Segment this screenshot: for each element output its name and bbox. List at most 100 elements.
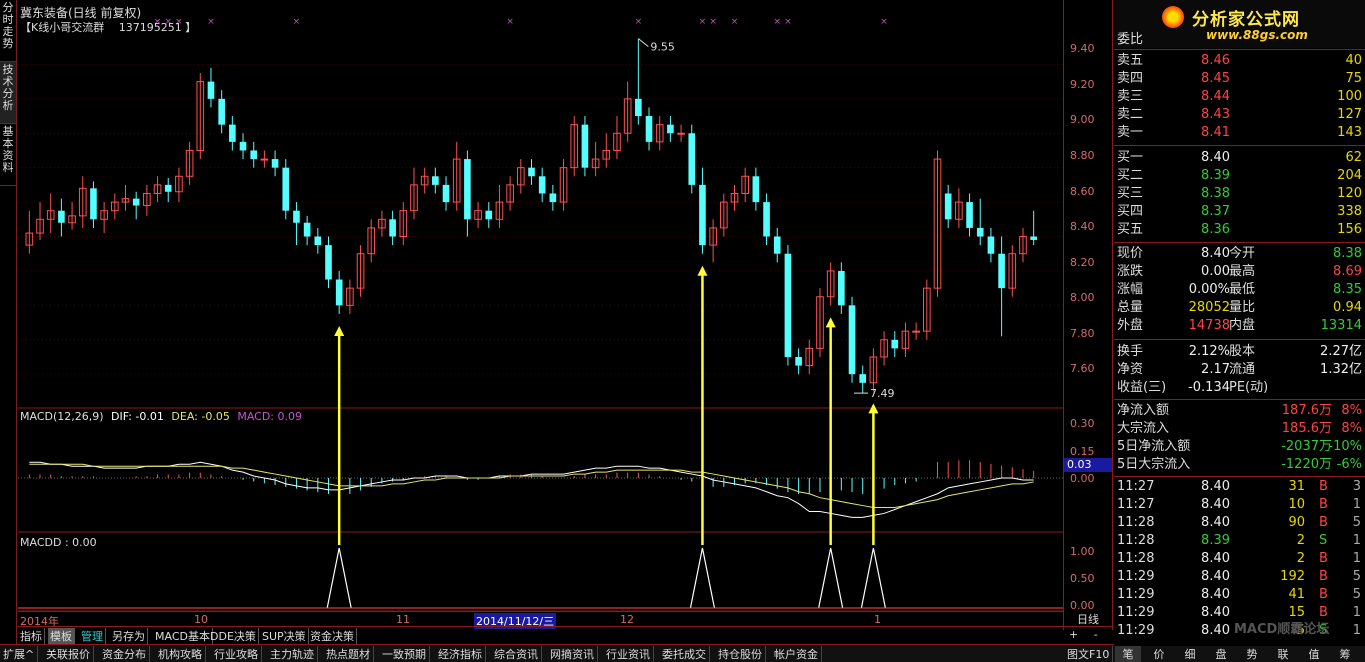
ask-row[interactable]: 卖四 8.45 75 <box>1114 70 1365 88</box>
candle-body <box>239 141 247 151</box>
toolbar-item[interactable]: 网摘资讯 <box>547 646 598 662</box>
toolbar-item[interactable]: 经济指标 <box>435 646 486 662</box>
macd-tick: 0.00 <box>1070 472 1095 485</box>
bid-label: 买四 <box>1117 204 1144 219</box>
toolbar-item[interactable]: 主力轨迹 <box>267 646 318 662</box>
stat-value: 2.12% <box>1188 344 1230 359</box>
f10-button[interactable]: 图文F10 <box>1064 646 1114 662</box>
candle-body <box>549 193 557 203</box>
high-label: 9.55 <box>650 41 675 54</box>
fund-decision-button[interactable]: 资金决策 <box>308 628 357 644</box>
right-tab[interactable]: 盘 <box>1208 646 1234 662</box>
bid-row[interactable]: 买三 8.38 120 <box>1114 185 1365 203</box>
toolbar-item[interactable]: 扩展^ <box>0 646 39 662</box>
stat-value: 8.35 <box>1333 282 1362 297</box>
tick-row: 11:28 8.40 90 B 5 <box>1114 514 1365 532</box>
right-tab[interactable]: 细 <box>1177 646 1203 662</box>
right-tab[interactable]: 筹 <box>1332 646 1358 662</box>
toolbar-item[interactable]: 委托成交 <box>659 646 710 662</box>
bid-label: 买三 <box>1117 186 1144 201</box>
stat-value: 8.40 <box>1201 246 1230 261</box>
tick-time: 11:29 <box>1117 623 1155 638</box>
signal-arrow-head <box>334 325 345 336</box>
bid-row[interactable]: 买二 8.39 204 <box>1114 167 1365 185</box>
right-tab[interactable]: 价 <box>1146 646 1172 662</box>
stat-value: 8.38 <box>1333 246 1362 261</box>
marker-x: × <box>635 17 643 27</box>
date-label: 1 <box>874 613 881 626</box>
candle-body <box>891 339 899 349</box>
toolbar-item[interactable]: 一致预期 <box>379 646 430 662</box>
manage-button[interactable]: 管理 <box>79 628 106 644</box>
tab-intraday[interactable]: 分时走势 <box>0 0 16 62</box>
flow-pct: 8% <box>1341 403 1362 418</box>
tick-count: 5 <box>1352 587 1361 602</box>
dde-button[interactable]: DDE决策 <box>208 628 259 644</box>
ask-row[interactable]: 卖一 8.41 143 <box>1114 124 1365 142</box>
toolbar-item[interactable]: 帐户资金 <box>771 646 822 662</box>
tick-side: B <box>1319 479 1328 494</box>
toolbar-item[interactable]: 行业攻略 <box>211 646 262 662</box>
candle-body <box>260 158 269 161</box>
bid-row[interactable]: 买一 8.40 62 <box>1114 149 1365 167</box>
kline-chart-area[interactable]: × × × × × × × × × × × × ×9.557.49 <box>18 0 1063 630</box>
candle-body <box>335 279 343 306</box>
tick-volume: 2 <box>1296 551 1305 566</box>
tick-side: B <box>1319 497 1328 512</box>
sup-button[interactable]: SUP决策 <box>260 628 309 644</box>
candle-body <box>218 98 225 125</box>
signal-arrow-head <box>825 317 836 328</box>
candle-body <box>293 210 300 223</box>
macd-value: MACD: 0.09 <box>237 410 302 423</box>
toolbar-item[interactable]: 资金分布 <box>99 646 150 662</box>
toolbar-item[interactable]: 持仓股份 <box>715 646 766 662</box>
toolbar-item[interactable]: 热点题材 <box>323 646 374 662</box>
tick-count: 3 <box>1352 479 1361 494</box>
ask-row[interactable]: 卖三 8.44 100 <box>1114 88 1365 106</box>
stat-label: 换手 <box>1117 344 1144 359</box>
right-tab[interactable]: 势 <box>1239 646 1265 662</box>
right-tab[interactable]: 联 <box>1270 646 1296 662</box>
stat-label: 总量 <box>1117 300 1144 315</box>
template-button[interactable]: 模板 <box>48 628 75 644</box>
price-tick: 8.20 <box>1070 256 1095 269</box>
right-tab[interactable]: 值 <box>1301 646 1327 662</box>
ask-volume: 127 <box>1337 107 1362 122</box>
candle-body <box>773 236 781 254</box>
toolbar-item[interactable]: 机构攻略 <box>155 646 206 662</box>
candle-body <box>976 227 984 237</box>
candle-body <box>763 202 770 237</box>
right-tab[interactable]: 笔 <box>1115 646 1141 662</box>
save-as-button[interactable]: 另存为 <box>110 628 148 644</box>
flow-row: 净流入额 187.6万 8% <box>1114 402 1365 420</box>
stat-value: 13314 <box>1320 318 1362 333</box>
flow-pct: -6% <box>1336 457 1362 472</box>
tick-time: 11:28 <box>1117 533 1155 548</box>
tab-technical[interactable]: 技术分析 <box>0 62 16 124</box>
toolbar-item[interactable]: 综合资讯 <box>491 646 542 662</box>
marker-x: × <box>207 17 215 27</box>
flower-logo-icon <box>1162 6 1184 28</box>
stat-row: 总量 28052 量比 0.94 <box>1114 299 1365 317</box>
tick-time: 11:27 <box>1117 479 1155 494</box>
macd-basic-button[interactable]: MACD基本 <box>153 628 213 644</box>
period-label[interactable]: 日线 <box>1063 611 1113 627</box>
candle-body <box>303 222 311 237</box>
toolbar-item[interactable]: 关联报价 <box>43 646 94 662</box>
ask-row[interactable]: 卖二 8.43 127 <box>1114 106 1365 124</box>
candle-body <box>90 188 97 220</box>
tick-price: 8.40 <box>1201 497 1230 512</box>
bid-volume: 120 <box>1337 186 1362 201</box>
bid-row[interactable]: 买五 8.36 156 <box>1114 221 1365 239</box>
stat-label: 现价 <box>1117 246 1144 261</box>
candle-body <box>314 236 322 246</box>
bid-row[interactable]: 买四 8.37 338 <box>1114 203 1365 221</box>
stat-label: 流通 <box>1229 362 1256 377</box>
toolbar-item[interactable]: 行业资讯 <box>603 646 654 662</box>
watermark-text: MACD顺霸论坛 <box>1234 622 1330 637</box>
ask-row[interactable]: 卖五 8.46 40 <box>1114 52 1365 70</box>
candle-body <box>784 253 792 357</box>
stat-label: 内盘 <box>1229 318 1256 333</box>
tab-fundamentals[interactable]: 基本资料 <box>0 124 16 186</box>
indicator-button[interactable]: 指标 <box>18 628 45 644</box>
